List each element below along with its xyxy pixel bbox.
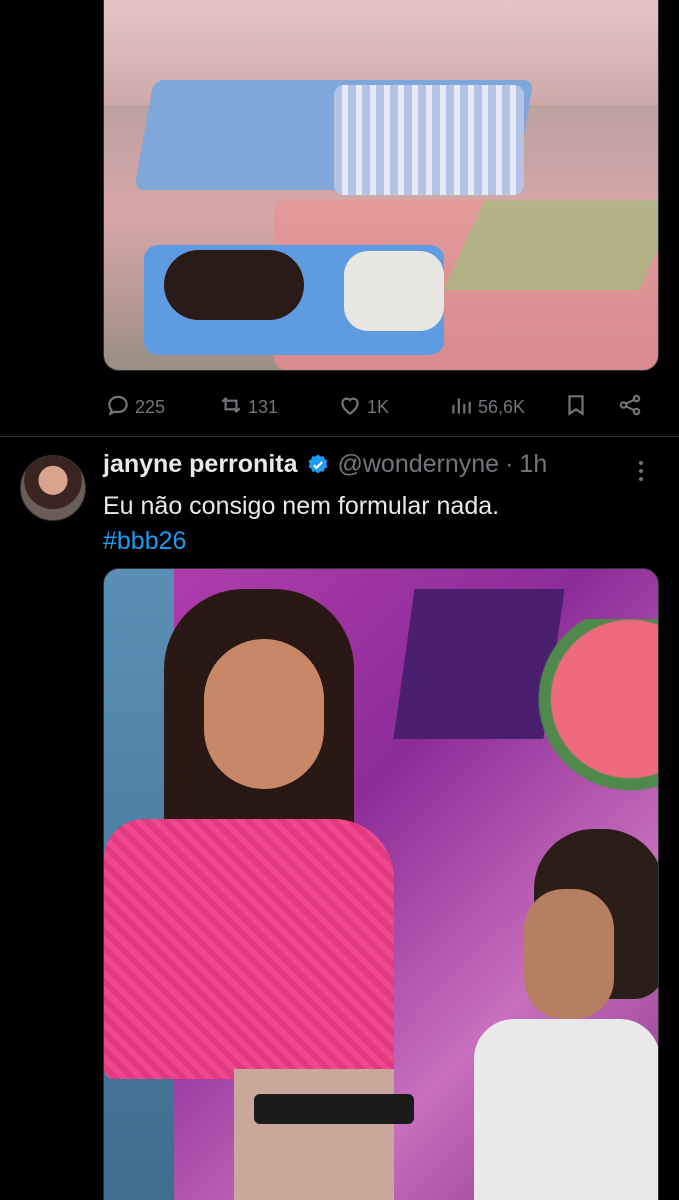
like-button[interactable]: 1K: [337, 392, 389, 423]
display-name[interactable]: janyne perronita: [103, 450, 298, 479]
hashtag-link[interactable]: #bbb26: [103, 523, 186, 559]
striped-blanket: [334, 85, 524, 195]
share-button[interactable]: [617, 392, 643, 423]
verified-badge-icon: [306, 453, 330, 477]
person-waist: [234, 1069, 394, 1200]
tweet-action-bar: 225 131 1K 56,6K: [103, 388, 659, 422]
heart-icon: [337, 392, 363, 423]
pink-crochet-top: [104, 819, 394, 1079]
avatar[interactable]: [20, 455, 86, 521]
separator-dot: ·: [505, 450, 514, 478]
repost-count: 131: [248, 397, 279, 417]
tweet-header: janyne perronita @wondernyne · 1h: [103, 450, 547, 479]
share-icon: [617, 392, 643, 423]
bookmark-icon: [563, 392, 589, 423]
user-handle[interactable]: @wondernyne: [338, 450, 500, 479]
repost-icon: [218, 392, 244, 423]
tweet-media-image[interactable]: [103, 568, 659, 1200]
tweet-timestamp[interactable]: 1h: [519, 450, 547, 479]
white-shorts: [344, 251, 444, 331]
views-icon: [448, 392, 474, 423]
tweet-divider: [0, 436, 679, 437]
bookmark-button[interactable]: [563, 392, 589, 423]
man-shirt: [474, 1019, 658, 1200]
belt: [254, 1094, 414, 1124]
reply-count: 225: [135, 397, 166, 417]
like-count: 1K: [367, 397, 390, 417]
repost-button[interactable]: 131: [218, 392, 278, 423]
views-button[interactable]: 56,6K: [448, 392, 525, 423]
person-face: [204, 639, 324, 789]
person-hair: [164, 250, 304, 320]
reply-button[interactable]: 225: [105, 392, 165, 423]
man-face: [524, 889, 614, 1019]
tweet-media-image[interactable]: [103, 0, 659, 371]
watermelon-art: [504, 619, 658, 819]
reply-icon: [105, 392, 131, 423]
more-icon[interactable]: [636, 456, 656, 486]
tweet-text: Eu não consigo nem formular nada.: [103, 492, 500, 520]
views-count: 56,6K: [478, 397, 526, 417]
